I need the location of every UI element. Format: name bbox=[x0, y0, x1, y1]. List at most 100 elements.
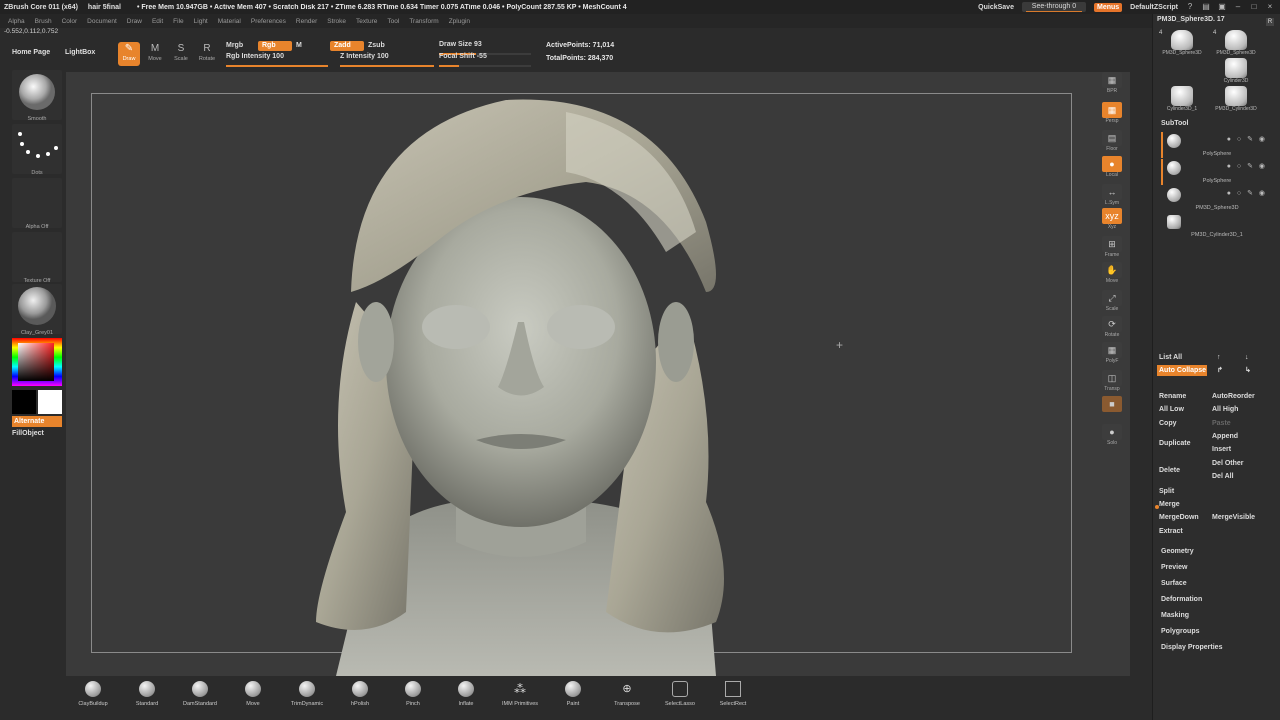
subtool-title[interactable]: SubTool bbox=[1161, 120, 1188, 127]
arrow-up-icon[interactable]: ↑ bbox=[1215, 352, 1235, 363]
menu-stroke[interactable]: Stroke bbox=[327, 18, 346, 25]
transp-button[interactable]: ◫ Transp bbox=[1100, 370, 1124, 394]
surface-menu[interactable]: Surface bbox=[1161, 580, 1187, 587]
material-selector[interactable]: Clay_Grey01 bbox=[12, 284, 62, 336]
deformation-menu[interactable]: Deformation bbox=[1161, 596, 1202, 603]
xyz-button[interactable]: xyz Xyz bbox=[1100, 208, 1124, 232]
menu-brush[interactable]: Brush bbox=[35, 18, 52, 25]
masking-menu[interactable]: Masking bbox=[1161, 612, 1189, 619]
extract-menu[interactable]: Extract bbox=[1157, 526, 1267, 537]
focal-shift-slider[interactable]: Focal Shift -55 bbox=[439, 53, 531, 67]
subtool-item[interactable]: ● ○ ✎ ◉ PolySphere bbox=[1161, 159, 1267, 185]
tool-thumb-pm3d-cylinder3d[interactable]: PM3D_Cylinder3D bbox=[1211, 86, 1261, 112]
menu-light[interactable]: Light bbox=[194, 18, 208, 25]
frame-button[interactable]: ⊞ Frame bbox=[1100, 236, 1124, 260]
merge-menu[interactable]: Merge bbox=[1157, 499, 1267, 510]
stroke-selector[interactable]: Dots bbox=[12, 124, 62, 176]
transpose-brush[interactable]: ⊕ Transpose bbox=[602, 681, 652, 707]
insert-button[interactable]: Insert bbox=[1210, 444, 1268, 455]
fill-object-button[interactable]: FillObject bbox=[12, 430, 44, 437]
auto-collapse-button[interactable]: Auto Collapse bbox=[1157, 365, 1207, 376]
arrow-down-icon[interactable]: ↓ bbox=[1243, 352, 1263, 363]
lsym-button[interactable]: ↔ L.Sym bbox=[1100, 184, 1124, 208]
menu-edit[interactable]: Edit bbox=[152, 18, 163, 25]
subtool-visibility-icon[interactable]: ● ○ ✎ ◉ bbox=[1227, 135, 1267, 143]
quicksave-button[interactable]: QuickSave bbox=[978, 4, 1014, 11]
document-canvas[interactable]: + bbox=[66, 72, 1130, 676]
menu-file[interactable]: File bbox=[173, 18, 183, 25]
append-button[interactable]: Append bbox=[1210, 431, 1268, 442]
polygroups-menu[interactable]: Polygroups bbox=[1161, 628, 1200, 635]
subtool-visibility-icon[interactable]: ● ○ ✎ ◉ bbox=[1227, 189, 1267, 197]
alpha-selector[interactable]: Alpha Off bbox=[12, 178, 62, 230]
del-other-button[interactable]: Del Other bbox=[1210, 458, 1268, 469]
draw-mode-button[interactable]: ✎ Draw bbox=[118, 42, 140, 66]
del-all-button[interactable]: Del All bbox=[1210, 471, 1268, 482]
subtool-item[interactable]: ● ○ ✎ ◉ PolySphere bbox=[1161, 132, 1267, 158]
reset-button[interactable]: R bbox=[1266, 18, 1274, 26]
rotate-view-button[interactable]: ⟳ Rotate bbox=[1100, 316, 1124, 340]
ghost-button[interactable]: ■ bbox=[1100, 396, 1124, 420]
menu-document[interactable]: Document bbox=[87, 18, 117, 25]
move-up-icon[interactable]: ↱ bbox=[1215, 365, 1235, 376]
menu-material[interactable]: Material bbox=[218, 18, 241, 25]
preview-menu[interactable]: Preview bbox=[1161, 564, 1187, 571]
move-view-button[interactable]: ✋ Move bbox=[1100, 262, 1124, 286]
draw-size-slider[interactable]: Draw Size 93 bbox=[439, 41, 531, 55]
split-menu[interactable]: Split bbox=[1157, 486, 1267, 497]
menu-transform[interactable]: Transform bbox=[409, 18, 438, 25]
imm-primitives-brush[interactable]: ⁂ IMM Primitives bbox=[495, 681, 545, 707]
all-low-button[interactable]: All Low bbox=[1157, 404, 1209, 415]
solo-button[interactable]: ● Solo bbox=[1100, 424, 1124, 448]
tool-thumb-sphere3d-2[interactable]: 4 PM3D_Sphere3D bbox=[1211, 30, 1261, 56]
subtool-item[interactable]: ● ○ ✎ ◉ PM3D_Sphere3D bbox=[1167, 186, 1267, 212]
local-button[interactable]: ● Local bbox=[1100, 156, 1124, 180]
zadd-button[interactable]: Zadd bbox=[330, 41, 364, 51]
menu-render[interactable]: Render bbox=[296, 18, 317, 25]
home-page-button[interactable]: Home Page bbox=[12, 49, 50, 56]
tool-thumb-sphere3d[interactable]: 4 PM3D_Sphere3D bbox=[1157, 30, 1207, 56]
paste-button[interactable]: Paste bbox=[1210, 418, 1268, 429]
menus-button[interactable]: Menus bbox=[1093, 2, 1123, 12]
main-color-swatch[interactable] bbox=[38, 390, 62, 414]
help-icon[interactable]: ? bbox=[1186, 3, 1194, 11]
scale-view-button[interactable]: ⤢ Scale bbox=[1100, 290, 1124, 314]
list-all-button[interactable]: List All bbox=[1157, 352, 1207, 363]
mrgb-button[interactable]: Mrgb bbox=[222, 41, 247, 51]
display-properties-menu[interactable]: Display Properties bbox=[1161, 644, 1222, 651]
geometry-menu[interactable]: Geometry bbox=[1161, 548, 1194, 555]
menu-tool[interactable]: Tool bbox=[387, 18, 399, 25]
m-button[interactable]: M bbox=[292, 41, 306, 51]
close-icon[interactable]: × bbox=[1266, 3, 1274, 11]
menu-alpha[interactable]: Alpha bbox=[8, 18, 25, 25]
lightbox-button[interactable]: LightBox bbox=[65, 49, 95, 56]
move-brush[interactable]: Move bbox=[228, 681, 278, 707]
menu-zplugin[interactable]: Zplugin bbox=[449, 18, 470, 25]
move-mode-button[interactable]: M Move bbox=[144, 42, 166, 66]
standard-brush[interactable]: Standard bbox=[122, 681, 172, 707]
head-sculpt[interactable] bbox=[66, 72, 1130, 676]
see-through-slider[interactable]: See-through 0 bbox=[1021, 2, 1086, 12]
maximize-icon[interactable]: □ bbox=[1250, 3, 1258, 11]
secondary-color-swatch[interactable] bbox=[12, 390, 36, 414]
trimdynamic-brush[interactable]: TrimDynamic bbox=[282, 681, 332, 707]
damstandard-brush[interactable]: DamStandard bbox=[175, 681, 225, 707]
hpolish-brush[interactable]: hPolish bbox=[335, 681, 385, 707]
autoreorder-button[interactable]: AutoReorder bbox=[1210, 391, 1268, 402]
selectlasso-brush[interactable]: SelectLasso bbox=[655, 681, 705, 707]
texture-selector[interactable]: Texture Off bbox=[12, 232, 62, 284]
delete-button[interactable]: Delete bbox=[1157, 465, 1209, 476]
lock-icon[interactable]: ▣ bbox=[1218, 3, 1226, 11]
alternate-button[interactable]: Alternate bbox=[12, 416, 62, 427]
menu-preferences[interactable]: Preferences bbox=[251, 18, 286, 25]
z-intensity-slider[interactable]: Z Intensity 100 bbox=[340, 53, 434, 67]
subtool-visibility-icon[interactable]: ● ○ ✎ ◉ bbox=[1227, 162, 1267, 170]
minimize-icon[interactable]: – bbox=[1234, 3, 1242, 11]
tool-thumb-cylinder3d[interactable]: Cylinder3D bbox=[1211, 58, 1261, 84]
menu-color[interactable]: Color bbox=[62, 18, 78, 25]
polyf-button[interactable]: ▦ PolyF bbox=[1100, 342, 1124, 366]
all-high-button[interactable]: All High bbox=[1210, 404, 1268, 415]
mergevisible-button[interactable]: MergeVisible bbox=[1210, 512, 1268, 523]
copy-button[interactable]: Copy bbox=[1157, 418, 1209, 429]
menu-draw[interactable]: Draw bbox=[127, 18, 142, 25]
